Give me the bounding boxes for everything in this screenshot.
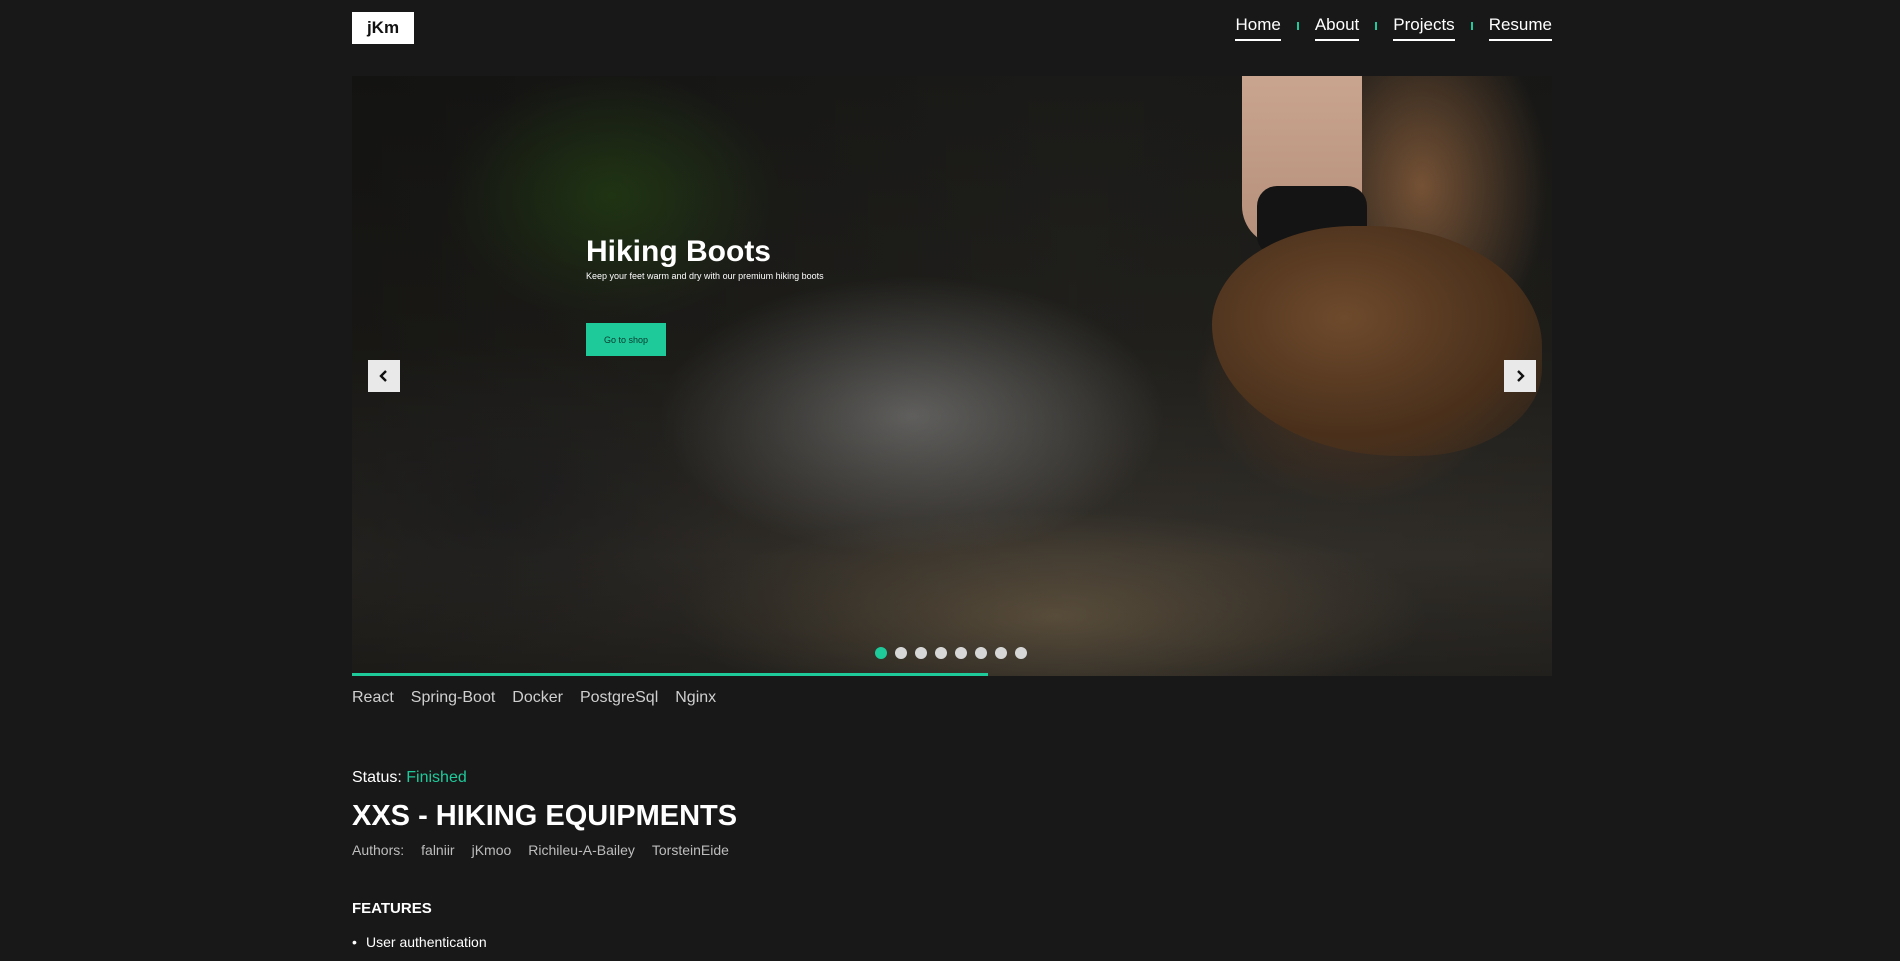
carousel-next-button[interactable] [1504,360,1536,392]
carousel-dot[interactable] [935,647,947,659]
nav-home-link[interactable]: Home [1235,14,1281,41]
carousel-dot[interactable] [1015,647,1027,659]
nav-resume-link[interactable]: Resume [1488,14,1552,41]
tech-tag: Spring-Boot [410,689,496,706]
nav-projects-link[interactable]: Projects [1393,14,1455,41]
tech-tags: React Spring-Boot Docker PostgreSql Nginx [352,689,733,707]
logo[interactable]: jKm [352,12,414,44]
features-heading: FEATURES [352,900,432,917]
carousel-dot[interactable] [915,647,927,659]
authors-list: Authors: falniir jKmoo Richileu-A-Bailey To… [352,842,746,858]
tech-tag: Docker [512,689,563,706]
nav-divider [1296,21,1299,30]
hero-subtitle: Keep your feet warm and dry with our pre… [586,271,824,281]
project-title: XXS - HIKING EQUIPMENTS [352,800,738,832]
carousel-indicators [875,647,1035,659]
author-name[interactable]: TorsteinEide [652,842,729,858]
status-label: Status: [352,769,402,786]
status-value: Finished [406,769,467,786]
go-to-shop-button[interactable]: Go to shop [586,323,666,356]
chevron-left-icon [379,370,387,382]
tech-tag: Nginx [675,689,717,706]
carousel-progress-fill [352,673,988,676]
carousel-dot[interactable] [995,647,1007,659]
project-status: Status: Finished [352,769,467,787]
page: jKm Home About Projects Resume Hiking Bo… [0,0,1900,961]
tech-tag: React [352,689,394,706]
carousel-dot[interactable] [955,647,967,659]
carousel-prev-button[interactable] [368,360,400,392]
carousel-progress-bar [352,673,1552,676]
author-name[interactable]: Richileu-A-Bailey [528,842,635,858]
feature-item: User authentication [352,934,487,950]
nav-divider [1470,21,1473,30]
hero-carousel: Hiking Boots Keep your feet warm and dry… [352,76,1552,676]
carousel-dot[interactable] [875,647,887,659]
hero-caption: Hiking Boots Keep your feet warm and dry… [586,235,824,356]
chevron-right-icon [1517,370,1525,382]
nav-divider [1375,21,1378,30]
carousel-dot[interactable] [975,647,987,659]
carousel-dot[interactable] [895,647,907,659]
hero-image-boot [1212,226,1542,456]
author-name[interactable]: jKmoo [472,842,512,858]
main-nav: Home About Projects Resume [1235,14,1552,41]
features-list: User authentication [352,934,487,950]
nav-about-link[interactable]: About [1314,14,1360,41]
author-name[interactable]: falniir [421,842,454,858]
authors-label: Authors: [352,842,405,858]
tech-tag: PostgreSql [579,689,659,706]
hero-title: Hiking Boots [586,235,771,268]
